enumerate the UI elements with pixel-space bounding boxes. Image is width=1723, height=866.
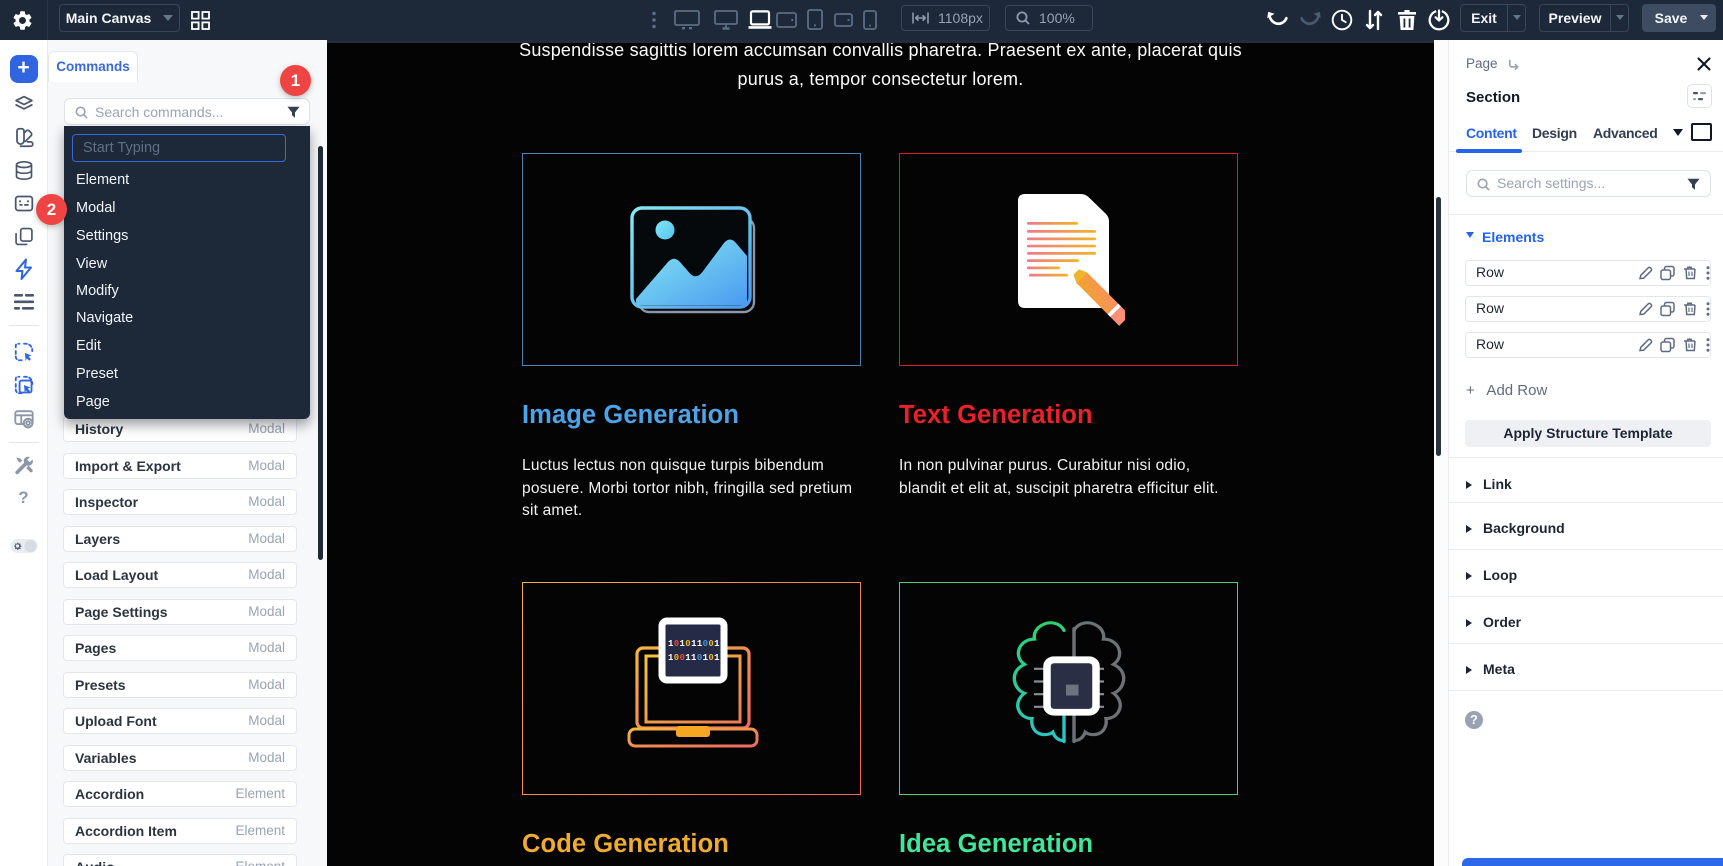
svg-text:100110101: 100110101 [668, 653, 720, 663]
svg-text:101011001: 101011001 [668, 639, 720, 649]
